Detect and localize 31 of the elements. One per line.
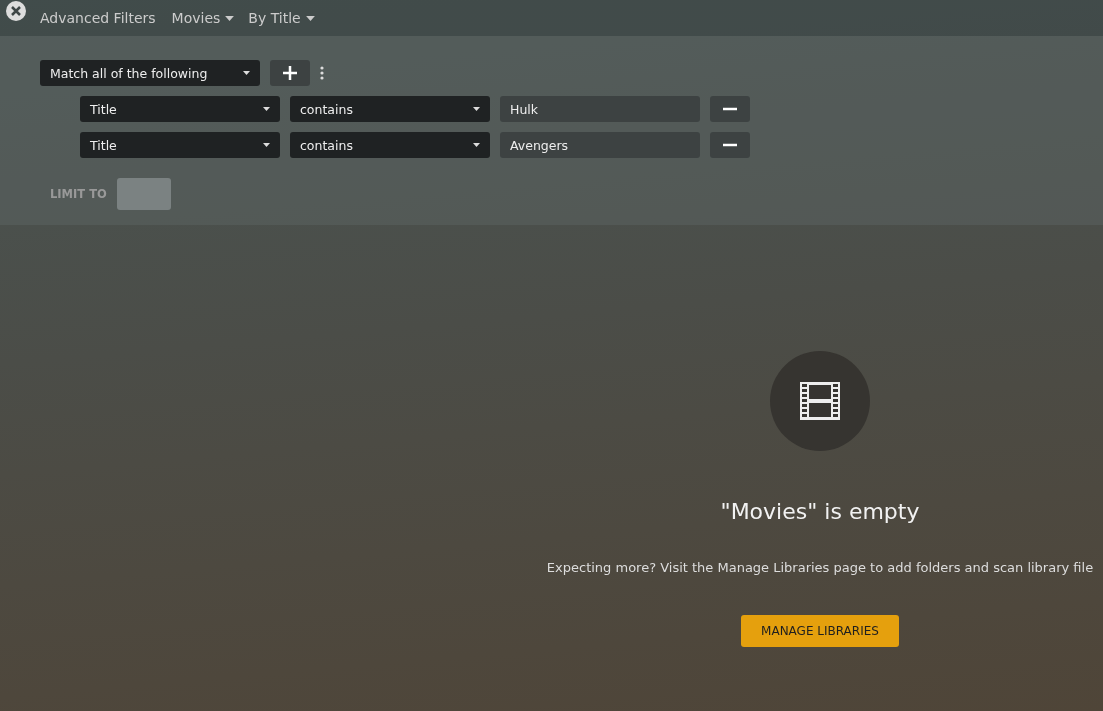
caret-icon	[473, 107, 480, 111]
operator-dropdown[interactable]: contains	[290, 96, 490, 122]
caret-icon	[225, 15, 235, 21]
plus-icon	[282, 65, 298, 81]
caret-icon	[263, 143, 270, 147]
add-button[interactable]	[270, 60, 310, 86]
caret-icon	[263, 107, 270, 111]
manage-libraries-button[interactable]: MANAGE LIBRARIES	[741, 615, 899, 647]
value-field[interactable]: Hulk	[500, 96, 700, 122]
caret-icon	[305, 15, 315, 21]
dropdown-button[interactable]: By Title	[248, 10, 315, 26]
value-field[interactable]: Avengers	[500, 132, 700, 158]
field-dropdown[interactable]: Title	[80, 132, 280, 158]
minus-icon	[723, 143, 737, 147]
operator-dropdown[interactable]: contains	[290, 132, 490, 158]
remove-button[interactable]	[710, 132, 750, 158]
limit-field[interactable]	[116, 178, 171, 210]
caret-icon	[473, 143, 480, 147]
remove-button[interactable]	[710, 96, 750, 122]
close-icon[interactable]	[6, 1, 26, 21]
more-icon[interactable]	[320, 66, 324, 80]
page-title: Advanced Filters	[40, 10, 156, 26]
dropdown-button[interactable]: Movies	[171, 10, 235, 26]
film-icon	[800, 382, 840, 420]
field-dropdown[interactable]: Title	[80, 96, 280, 122]
limit-label: LIMIT TO	[50, 187, 107, 201]
caret-icon	[243, 71, 250, 75]
empty-message: Expecting more? Visit the Manage Libraries page to add folders and scan library file	[546, 560, 1094, 575]
match-dropdown[interactable]: Match all of the following	[40, 60, 260, 86]
minus-icon	[723, 107, 737, 111]
empty-title: "Movies" is empty	[720, 499, 920, 524]
